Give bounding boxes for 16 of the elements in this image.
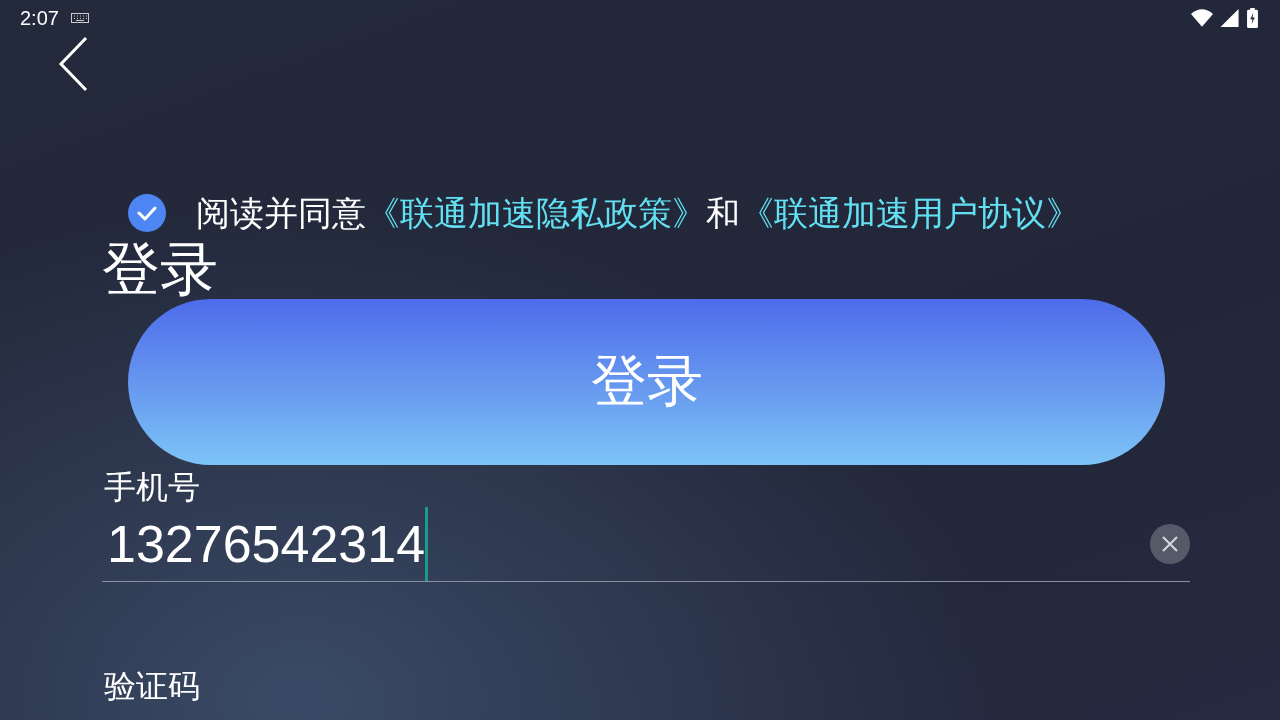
check-icon — [137, 205, 157, 221]
wifi-icon — [1191, 8, 1213, 28]
clear-icon[interactable] — [1150, 524, 1190, 564]
back-icon[interactable] — [58, 36, 88, 92]
status-time: 2:07 — [20, 6, 59, 30]
phone-field[interactable]: 13276542314 — [102, 507, 1190, 582]
field-label: 验证码 — [104, 666, 200, 706]
keyboard-icon — [70, 13, 89, 23]
agreement-link[interactable]: 《联通加速隐私政策》 — [366, 193, 706, 233]
page-title: 登录 — [102, 238, 219, 300]
signal-icon — [1219, 8, 1241, 28]
agreement-text: 阅读并同意《联通加速隐私政策》和《联通加速用户协议》 — [196, 193, 1080, 233]
agreement-link[interactable]: 《联通加速用户协议》 — [740, 193, 1080, 233]
battery-icon — [1247, 8, 1258, 28]
agreement-checkbox[interactable] — [128, 194, 166, 232]
field-label: 手机号 — [104, 467, 200, 507]
